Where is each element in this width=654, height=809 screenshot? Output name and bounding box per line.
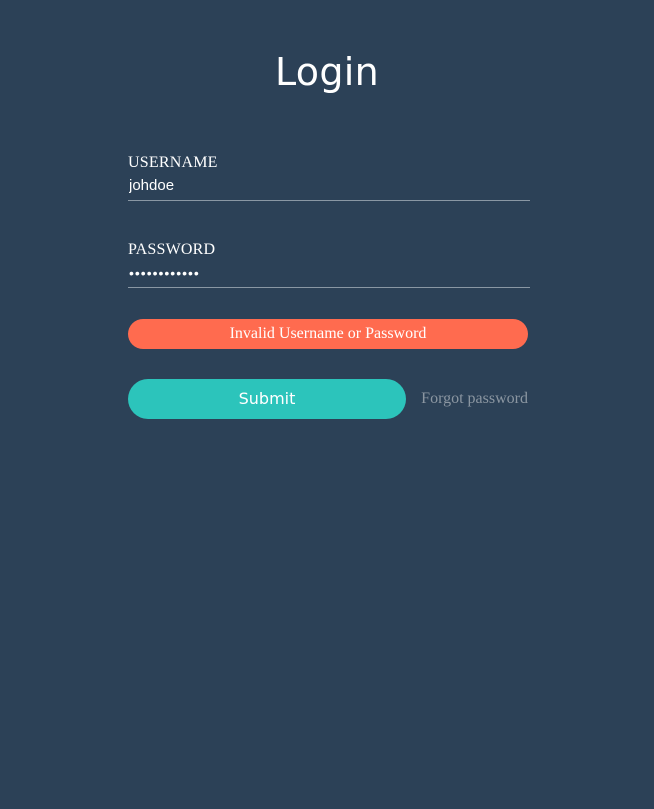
username-label: USERNAME xyxy=(128,154,218,171)
page-title: Login xyxy=(274,50,379,94)
forgot-password-link[interactable]: Forgot password xyxy=(421,388,528,410)
username-field-group: USERNAME xyxy=(128,152,530,201)
username-input[interactable] xyxy=(128,176,530,201)
password-field-group: PASSWORD xyxy=(128,239,530,288)
error-banner: Invalid Username or Password xyxy=(128,319,528,349)
password-label: PASSWORD xyxy=(128,241,216,258)
submit-button[interactable]: Submit xyxy=(128,379,406,419)
password-input[interactable] xyxy=(128,263,530,288)
